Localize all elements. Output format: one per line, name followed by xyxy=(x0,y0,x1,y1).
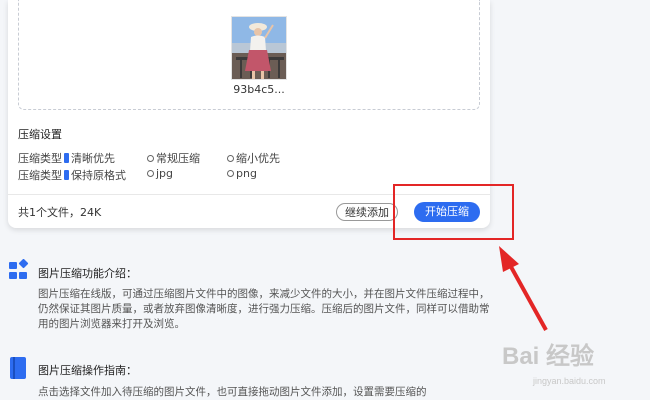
watermark-logo: Bai 经验 xyxy=(502,343,595,370)
intro-title: 图片压缩功能介绍： xyxy=(38,267,137,280)
intro-body: 图片压缩在线版，可通过压缩图片文件中的图像，来减少文件的大小，并在图片文件压缩过… xyxy=(38,288,490,330)
book-icon xyxy=(8,356,28,384)
guide-title: 图片压缩操作指南： xyxy=(38,364,137,377)
grid-icon xyxy=(8,258,32,285)
watermark-url: jingyan.baidu.com xyxy=(533,376,606,386)
guide-body: 点击选择文件加入待压缩的图片文件，也可直接拖动图片文件添加，设置需要压缩的 xyxy=(38,386,427,398)
